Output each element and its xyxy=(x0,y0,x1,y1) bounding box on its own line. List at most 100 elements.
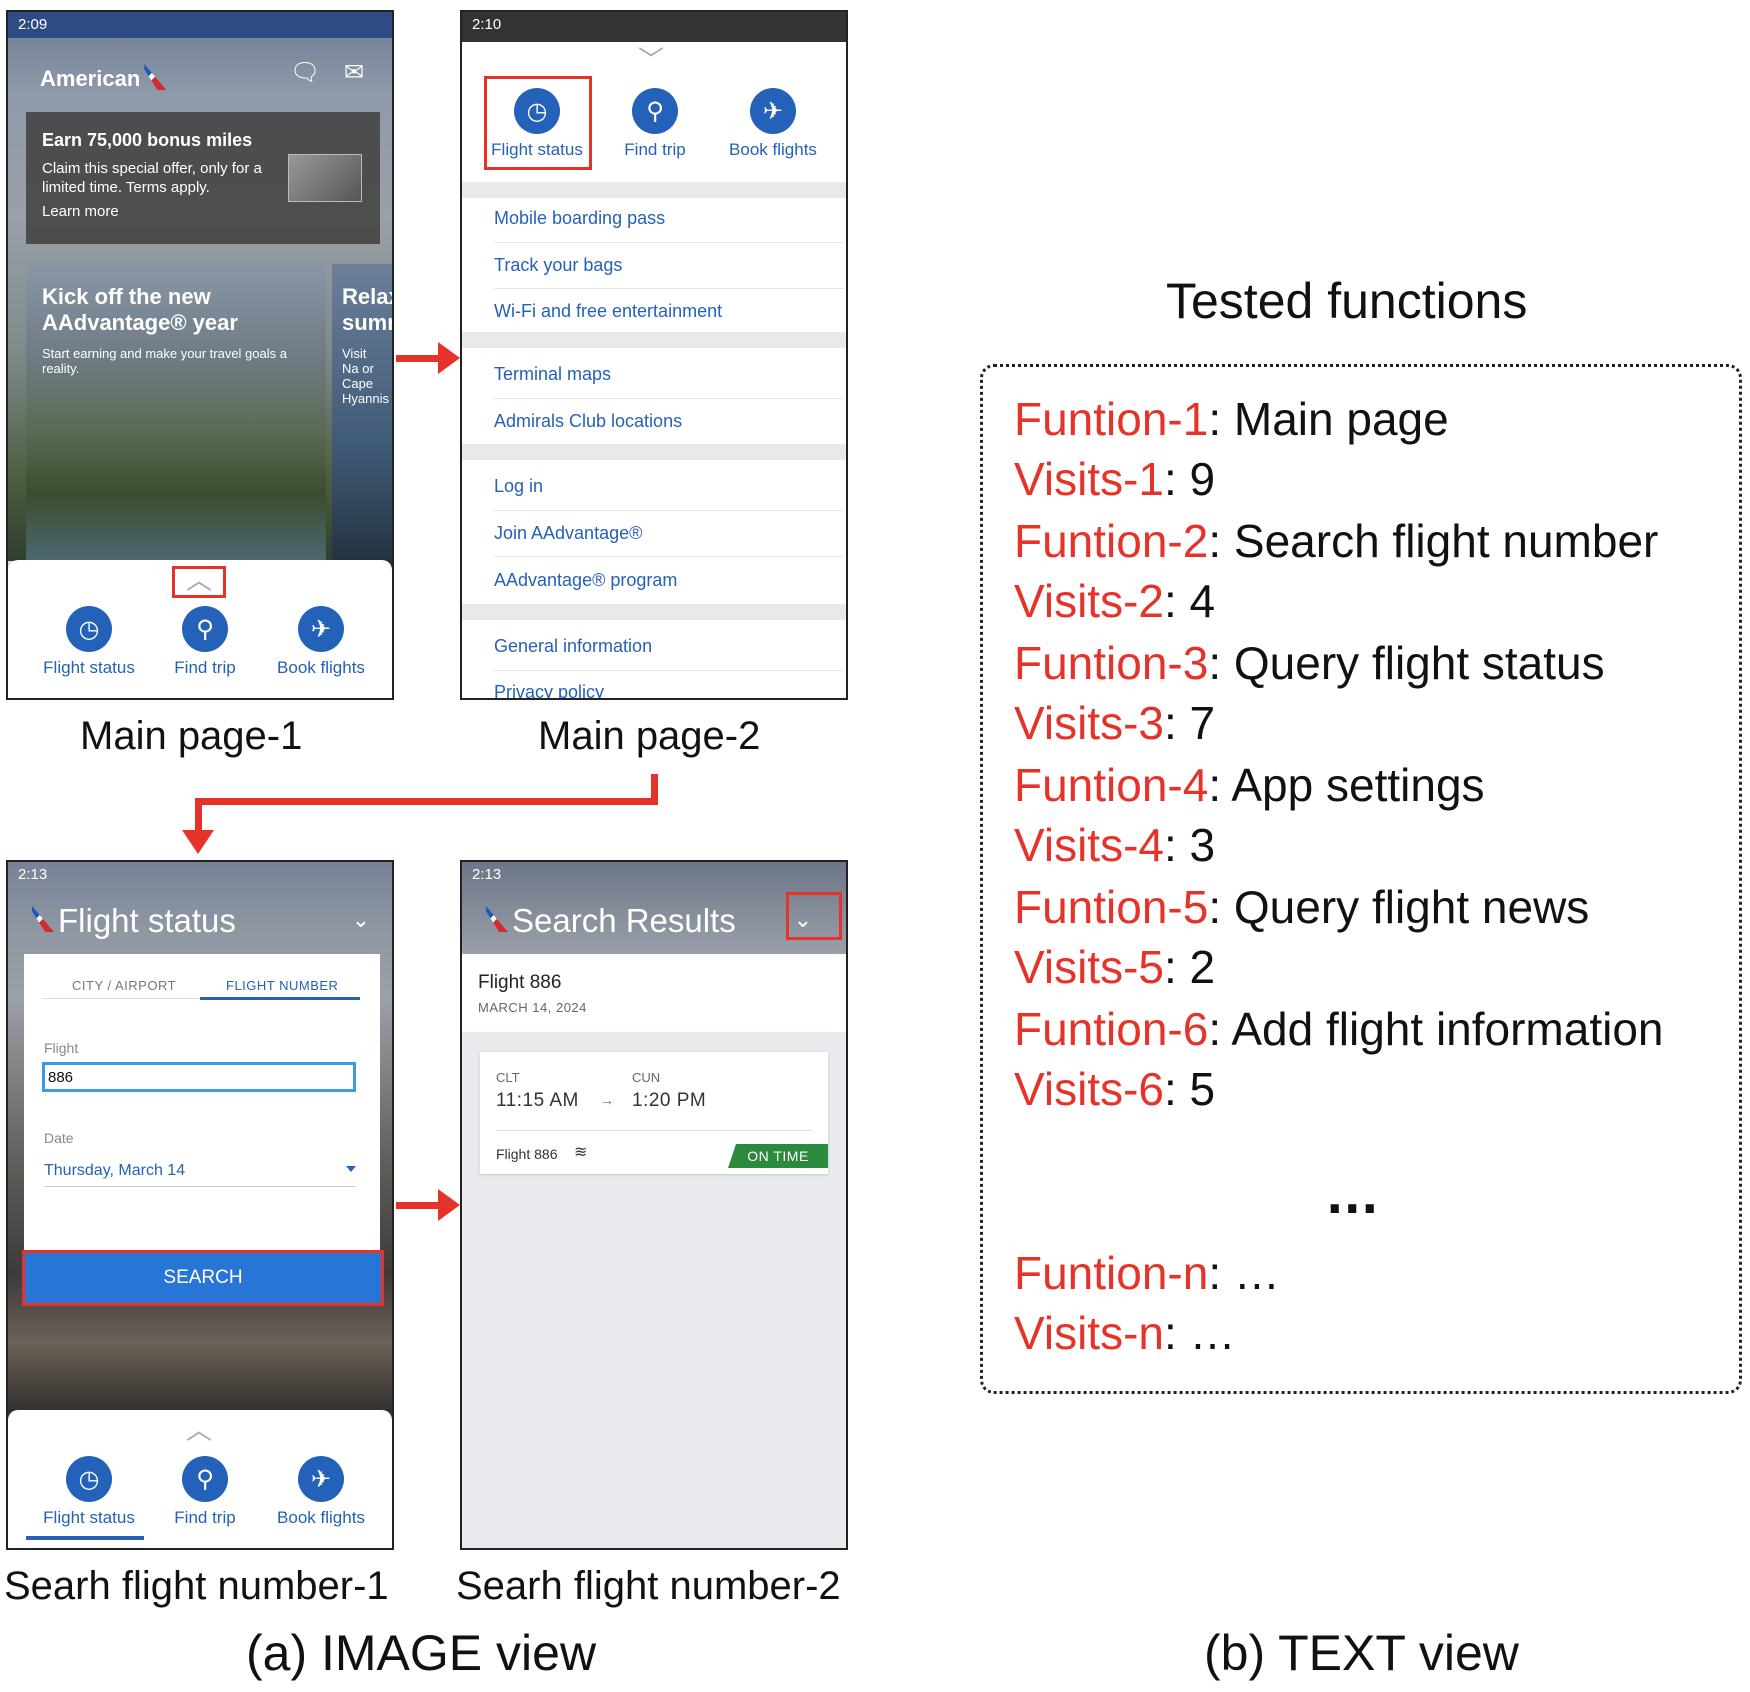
line-key: Funtion-3 xyxy=(1014,637,1209,689)
visits-line-4: Visits-4: 3 xyxy=(1014,819,1216,871)
hero-subtext: Visit Na or Cape Hyannis xyxy=(342,346,389,406)
line-key: Visits-5 xyxy=(1014,941,1164,993)
dropdown-caret-icon xyxy=(346,1166,356,1172)
line-key: Funtion-6 xyxy=(1014,1003,1209,1055)
visits-line-3: Visits-3: 7 xyxy=(1014,697,1216,749)
arrowhead-right xyxy=(438,1189,460,1221)
menu-aadvantage-program[interactable]: AAdvantage® program xyxy=(494,570,844,591)
nav-label: Flight status xyxy=(43,1508,135,1527)
visits-line-2: Visits-2: 4 xyxy=(1014,575,1216,627)
nav-label: Find trip xyxy=(624,140,686,159)
promo-learn-more-link[interactable]: Learn more xyxy=(42,203,364,220)
chevron-down-icon[interactable]: ﹀ xyxy=(638,40,664,77)
function-line-6: Funtion-6: Add flight information xyxy=(1014,1003,1664,1055)
status-bar-time: 2:10 xyxy=(462,12,846,42)
hero-card-relax[interactable]: Relax sumr Visit Na or Cape Hyannis xyxy=(332,264,392,570)
line-value: 2 xyxy=(1189,941,1216,993)
magnifier-icon: ⚲ xyxy=(182,606,228,652)
status-bar-time: 2:13 xyxy=(18,866,48,883)
flag-logo-icon xyxy=(32,906,54,932)
line-value: … xyxy=(1233,1247,1280,1299)
hero-card-aadvantage[interactable]: Kick off the new AAdvantage® year Start … xyxy=(26,264,326,570)
promo-card[interactable]: Earn 75,000 bonus miles Claim this speci… xyxy=(26,112,380,244)
tab-city-airport[interactable]: CITY / AIRPORT xyxy=(72,978,176,993)
nav-find-trip[interactable]: ⚲ Find trip xyxy=(150,1456,260,1528)
menu-general-information[interactable]: General information xyxy=(494,636,844,657)
nav-find-trip[interactable]: ⚲ Find trip xyxy=(150,606,260,678)
chevron-up-icon[interactable]: ︿ xyxy=(186,1410,212,1447)
menu-log-in[interactable]: Log in xyxy=(494,476,844,497)
caption-image-view: (a) IMAGE view xyxy=(246,1625,597,1681)
menu-wifi-entertainment[interactable]: Wi-Fi and free entertainment xyxy=(494,301,844,322)
flight-date: MARCH 14, 2024 xyxy=(478,1000,587,1015)
line-value: Query flight news xyxy=(1233,881,1590,933)
caption-main-page-1: Main page-1 xyxy=(80,714,303,758)
function-line-2: Funtion-2: Search flight number xyxy=(1014,515,1659,567)
nav-label: Book flights xyxy=(277,658,365,677)
airplane-icon: ✈ xyxy=(298,1456,344,1502)
american-logo: American xyxy=(40,64,167,92)
wifi-icon: ≋ xyxy=(574,1144,588,1161)
flight-result-card[interactable]: CLT CUN 11:15 AM → 1:20 PM Flight 886 ≋ … xyxy=(480,1052,828,1174)
highlight-box xyxy=(172,566,226,598)
divider xyxy=(494,670,844,671)
menu-privacy-policy[interactable]: Privacy policy xyxy=(494,682,844,698)
function-line-1: Funtion-1: Main page xyxy=(1014,393,1449,445)
menu-mobile-boarding-pass[interactable]: Mobile boarding pass xyxy=(494,208,844,229)
nav-find-trip[interactable]: ⚲ Find trip xyxy=(600,88,710,160)
search-button[interactable]: SEARCH xyxy=(22,1250,384,1306)
divider xyxy=(494,510,844,511)
arrow-right-icon: → xyxy=(600,1092,614,1108)
line-value: Query flight status xyxy=(1233,637,1605,689)
nav-label: Find trip xyxy=(174,1508,236,1527)
credit-card-image xyxy=(288,154,362,202)
menu-separator xyxy=(462,604,846,620)
mail-icon[interactable]: ✉ xyxy=(344,58,374,86)
line-value: 7 xyxy=(1189,697,1216,749)
line-key: Funtion-5 xyxy=(1014,881,1209,933)
page-title: Flight status xyxy=(58,902,236,939)
divider xyxy=(496,1130,812,1131)
line-key: Funtion-4 xyxy=(1014,759,1209,811)
menu-terminal-maps[interactable]: Terminal maps xyxy=(494,364,844,385)
nav-book-flights[interactable]: ✈ Book flights xyxy=(266,1456,376,1528)
date-label: Date xyxy=(44,1130,74,1146)
clock-icon: ◷ xyxy=(66,606,112,652)
menu-separator xyxy=(462,444,846,460)
status-badge: ON TIME xyxy=(728,1144,828,1168)
line-key: Visits-2 xyxy=(1014,575,1164,627)
line-key: Visits-1 xyxy=(1014,453,1164,505)
flag-logo-icon xyxy=(144,64,167,90)
line-value: 5 xyxy=(1189,1063,1216,1115)
line-value: … xyxy=(1189,1307,1236,1359)
menu-track-bags[interactable]: Track your bags xyxy=(494,255,844,276)
line-key: Visits-6 xyxy=(1014,1063,1164,1115)
nav-book-flights[interactable]: ✈ Book flights xyxy=(266,606,376,678)
nav-label: Flight status xyxy=(43,658,135,677)
line-key: Funtion-2 xyxy=(1014,515,1209,567)
tab-flight-number[interactable]: FLIGHT NUMBER xyxy=(226,978,338,993)
airplane-icon: ✈ xyxy=(298,606,344,652)
menu-admirals-club[interactable]: Admirals Club locations xyxy=(494,411,844,432)
menu-separator xyxy=(462,182,846,198)
menu-separator xyxy=(462,332,846,348)
line-value: Add flight information xyxy=(1231,1003,1664,1055)
function-line-5: Funtion-5: Query flight news xyxy=(1014,881,1590,933)
function-line-n: Funtion-n: … xyxy=(1014,1247,1280,1299)
page-title: Search Results xyxy=(512,902,736,939)
flight-summary: Flight 886 MARCH 14, 2024 xyxy=(462,954,846,1032)
nav-flight-status[interactable]: ◷ Flight status xyxy=(34,606,144,678)
date-select[interactable]: Thursday, March 14 xyxy=(44,1162,356,1187)
line-value: Main page xyxy=(1233,393,1449,445)
line-key: Funtion-1 xyxy=(1014,393,1209,445)
promo-title: Earn 75,000 bonus miles xyxy=(42,130,253,150)
flight-number-input[interactable]: 886 xyxy=(42,1062,356,1092)
brand-name: American xyxy=(40,66,141,91)
menu-join-aadvantage[interactable]: Join AAdvantage® xyxy=(494,523,844,544)
nav-book-flights[interactable]: ✈ Book flights xyxy=(718,88,828,160)
divider xyxy=(494,288,844,289)
active-tab-indicator xyxy=(200,997,360,1000)
chat-icon[interactable]: 🗨 xyxy=(290,58,320,86)
chevron-down-icon[interactable]: ⌄ xyxy=(352,908,370,933)
nav-flight-status[interactable]: ◷ Flight status xyxy=(34,1456,144,1528)
